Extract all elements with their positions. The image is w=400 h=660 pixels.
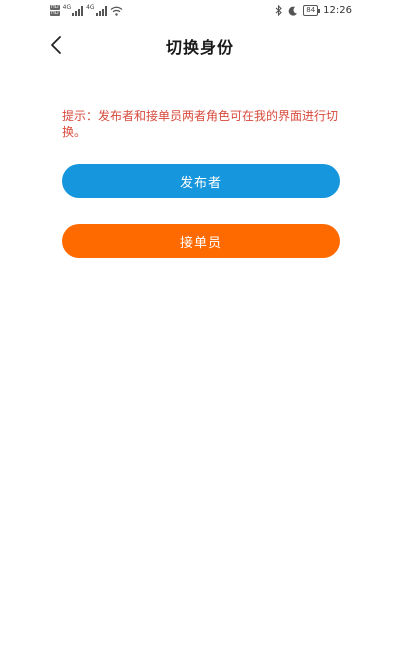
status-bar: HD HD 4G 4G 84 12:26: [0, 0, 400, 24]
signal-icon: [95, 5, 107, 16]
network-type: 4G: [62, 4, 72, 11]
publisher-button[interactable]: 发布者: [62, 164, 340, 198]
page-title: 切换身份: [165, 38, 234, 57]
battery-icon: 84: [303, 5, 321, 16]
switch-tip: 提示：发布者和接单员两者角色可在我的界面进行切换。: [62, 109, 339, 139]
status-right: 84 12:26: [275, 5, 352, 16]
nav-header: 切换身份: [0, 24, 400, 68]
wifi-icon: [110, 6, 122, 16]
hd-label: HD: [50, 10, 60, 16]
status-left: HD HD 4G 4G: [50, 5, 123, 16]
signal-icon: [72, 5, 84, 16]
hd-badge: HD HD: [50, 5, 60, 16]
clock: 12:26: [323, 5, 352, 16]
moon-icon: [288, 6, 298, 16]
bluetooth-icon: [275, 5, 283, 16]
receiver-button[interactable]: 接单员: [62, 224, 340, 258]
network-type: 4G: [86, 4, 95, 11]
